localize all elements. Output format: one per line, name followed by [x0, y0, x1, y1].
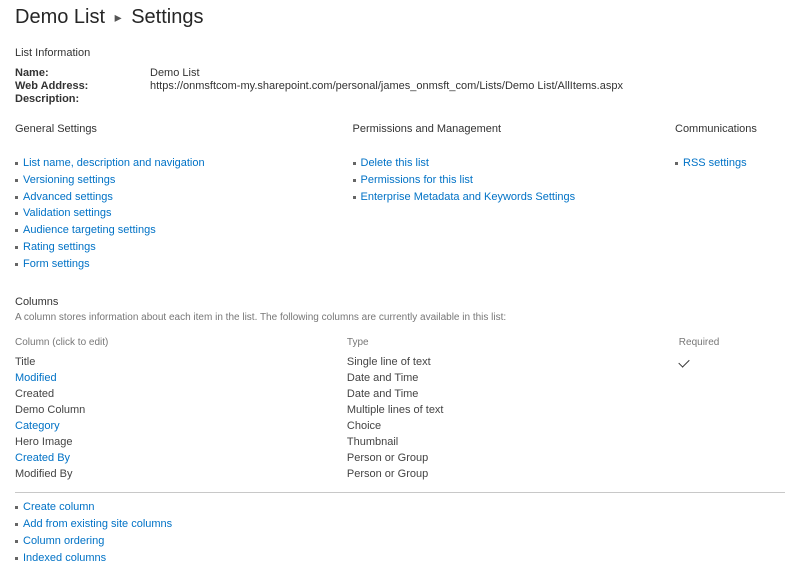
table-row: Created Date and Time [15, 386, 785, 402]
column-name[interactable]: Title [15, 356, 35, 368]
column-name[interactable]: Category [15, 420, 60, 432]
permissions-title: Permissions and Management [353, 123, 673, 135]
column-action-item: Column ordering [15, 535, 785, 549]
list-info-name-label: Name: [15, 67, 150, 79]
list-information: List Information Name: Demo List Web Add… [15, 47, 785, 105]
list-info-web-value: https://onmsftcom-my.sharepoint.com/pers… [150, 80, 623, 92]
general-settings-item: Form settings [15, 258, 350, 272]
breadcrumb-list-link[interactable]: Demo List [15, 6, 105, 28]
permissions-link[interactable]: Permissions for this list [361, 174, 473, 186]
columns-title: Columns [15, 296, 785, 308]
column-name[interactable]: Demo Column [15, 404, 85, 416]
permissions-item: Permissions for this list [353, 174, 673, 188]
check-icon [678, 357, 689, 368]
column-action-item: Add from existing site columns [15, 518, 785, 532]
general-settings-link[interactable]: Rating settings [23, 241, 96, 253]
column-actions: Create column Add from existing site colu… [15, 501, 785, 565]
column-action-item: Create column [15, 501, 785, 515]
communications: Communications RSS settings [675, 123, 785, 274]
general-settings-list: List name, description and navigation Ver… [15, 157, 350, 271]
column-required [679, 450, 785, 466]
column-name[interactable]: Created [15, 388, 54, 400]
list-info-desc-label: Description: [15, 93, 150, 105]
permissions-link[interactable]: Delete this list [361, 157, 429, 169]
general-settings-link[interactable]: Versioning settings [23, 174, 115, 186]
general-settings-item: Advanced settings [15, 191, 350, 205]
column-type: Thumbnail [347, 434, 679, 450]
general-settings-link[interactable]: List name, description and navigation [23, 157, 205, 169]
columns-header-type: Type [347, 335, 679, 354]
permissions-management: Permissions and Management Delete this l… [353, 123, 673, 274]
columns-section: Columns A column stores information abou… [15, 296, 785, 565]
list-info-name-value: Demo List [150, 67, 200, 79]
column-type: Choice [347, 418, 679, 434]
column-action-link[interactable]: Indexed columns [23, 552, 106, 564]
communications-item: RSS settings [675, 157, 785, 171]
column-action-link[interactable]: Create column [23, 501, 95, 513]
column-name[interactable]: Hero Image [15, 436, 72, 448]
general-settings-link[interactable]: Validation settings [23, 207, 111, 219]
column-type: Single line of text [347, 354, 679, 370]
settings-columns: General Settings List name, description … [15, 123, 785, 274]
permissions-item: Delete this list [353, 157, 673, 171]
columns-header-required: Required [679, 335, 785, 354]
table-row: Title Single line of text [15, 354, 785, 370]
columns-table: Column (click to edit) Type Required Tit… [15, 335, 785, 482]
column-name[interactable]: Created By [15, 452, 70, 464]
table-row: Modified Date and Time [15, 370, 785, 386]
column-type: Date and Time [347, 386, 679, 402]
column-required [679, 434, 785, 450]
breadcrumb: Demo List ▸ Settings [15, 6, 785, 29]
list-info-web-label: Web Address: [15, 80, 150, 92]
column-required [679, 466, 785, 482]
general-settings-item: Audience targeting settings [15, 224, 350, 238]
divider [15, 492, 785, 493]
communications-list: RSS settings [675, 157, 785, 171]
communications-link[interactable]: RSS settings [683, 157, 747, 169]
general-settings-item: List name, description and navigation [15, 157, 350, 171]
general-settings-item: Validation settings [15, 207, 350, 221]
general-settings-link[interactable]: Form settings [23, 258, 90, 270]
chevron-right-icon: ▸ [115, 9, 122, 26]
column-required [679, 402, 785, 418]
list-info-heading: List Information [15, 47, 785, 59]
column-required [679, 354, 785, 370]
column-type: Multiple lines of text [347, 402, 679, 418]
columns-header-name: Column (click to edit) [15, 335, 347, 354]
column-type: Person or Group [347, 466, 679, 482]
column-type: Date and Time [347, 370, 679, 386]
column-action-link[interactable]: Column ordering [23, 535, 104, 547]
column-name[interactable]: Modified By [15, 468, 72, 480]
table-row: Hero Image Thumbnail [15, 434, 785, 450]
table-row: Category Choice [15, 418, 785, 434]
permissions-item: Enterprise Metadata and Keywords Setting… [353, 191, 673, 205]
general-settings-item: Rating settings [15, 241, 350, 255]
table-row: Created By Person or Group [15, 450, 785, 466]
general-settings-link[interactable]: Advanced settings [23, 191, 113, 203]
column-action-item: Indexed columns [15, 552, 785, 566]
general-settings-item: Versioning settings [15, 174, 350, 188]
column-action-link[interactable]: Add from existing site columns [23, 518, 172, 530]
table-row: Modified By Person or Group [15, 466, 785, 482]
column-type: Person or Group [347, 450, 679, 466]
permissions-link[interactable]: Enterprise Metadata and Keywords Setting… [361, 191, 576, 203]
general-settings-title: General Settings [15, 123, 350, 135]
general-settings-link[interactable]: Audience targeting settings [23, 224, 156, 236]
communications-title: Communications [675, 123, 785, 135]
columns-description: A column stores information about each i… [15, 312, 785, 323]
general-settings: General Settings List name, description … [15, 123, 350, 274]
column-required [679, 386, 785, 402]
permissions-list: Delete this list Permissions for this lis… [353, 157, 673, 204]
table-row: Demo Column Multiple lines of text [15, 402, 785, 418]
breadcrumb-page: Settings [131, 6, 203, 28]
column-required [679, 370, 785, 386]
column-name[interactable]: Modified [15, 372, 57, 384]
column-required [679, 418, 785, 434]
